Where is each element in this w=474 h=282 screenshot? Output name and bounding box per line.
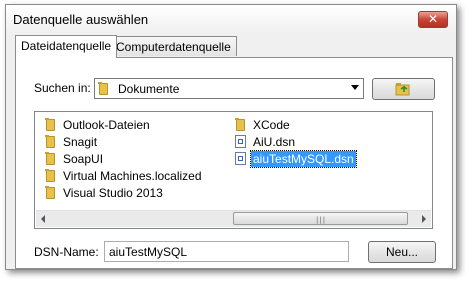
tab-machine-datasource[interactable]: Computerdatenquelle: [110, 36, 237, 56]
lookin-label: Suchen in:: [34, 81, 91, 95]
list-item-label: Virtual Machines.localized: [63, 169, 202, 183]
tab-label: Dateidatenquelle: [21, 39, 112, 53]
close-button[interactable]: ✕: [418, 11, 448, 28]
folder-icon: [45, 186, 55, 199]
list-item-label: SoapUI: [63, 152, 104, 166]
dsn-file-icon: [235, 135, 246, 148]
dialog-window: Datenquelle auswählen ✕ Dateidatenquelle…: [5, 4, 457, 270]
close-icon: ✕: [427, 12, 439, 26]
tab-label: Computerdatenquelle: [116, 40, 231, 54]
folder-icon: [45, 135, 55, 148]
dsn-name-input[interactable]: [109, 245, 339, 259]
chevron-down-icon[interactable]: [351, 85, 359, 90]
tab-panel: Suchen in: Dokumente Outlook-Dateien Sna…: [15, 57, 453, 269]
dsn-name-field[interactable]: [104, 241, 349, 262]
folder-icon: [235, 118, 245, 131]
scroll-right-arrow-icon[interactable]: [422, 215, 426, 223]
dsn-file-icon: [235, 152, 246, 165]
list-item-label: Outlook-Dateien: [63, 118, 150, 132]
folder-icon: [45, 118, 55, 131]
lookin-value: Dokumente: [118, 82, 180, 96]
scrollbar-thumb[interactable]: |||: [233, 212, 408, 225]
list-item-label: XCode: [253, 118, 290, 132]
lookin-combobox[interactable]: Dokumente: [94, 78, 364, 99]
dsn-name-label: DSN-Name:: [34, 245, 99, 259]
title-bar[interactable]: Datenquelle auswählen ✕: [6, 5, 456, 33]
folder-icon: [98, 82, 108, 95]
list-item-label: aiuTestMySQL.dsn: [250, 150, 357, 168]
file-list[interactable]: Outlook-Dateien Snagit SoapUI Virtual Ma…: [34, 111, 433, 229]
list-item-label: AiU.dsn: [253, 135, 296, 149]
new-button[interactable]: Neu...: [368, 241, 436, 263]
folder-up-button[interactable]: [372, 78, 435, 100]
scroll-left-arrow-icon[interactable]: [41, 215, 45, 223]
list-item-label: Snagit: [63, 135, 98, 149]
tab-file-datasource[interactable]: Dateidatenquelle: [15, 35, 118, 58]
list-item-label: Visual Studio 2013: [63, 186, 163, 200]
folder-icon: [45, 169, 55, 182]
horizontal-scrollbar[interactable]: |||: [36, 210, 431, 227]
new-button-label: Neu...: [385, 245, 418, 259]
folder-icon: [45, 152, 55, 165]
grip-icon: |||: [316, 216, 327, 224]
window-title: Datenquelle auswählen: [13, 12, 149, 27]
folder-up-icon: [395, 83, 410, 96]
